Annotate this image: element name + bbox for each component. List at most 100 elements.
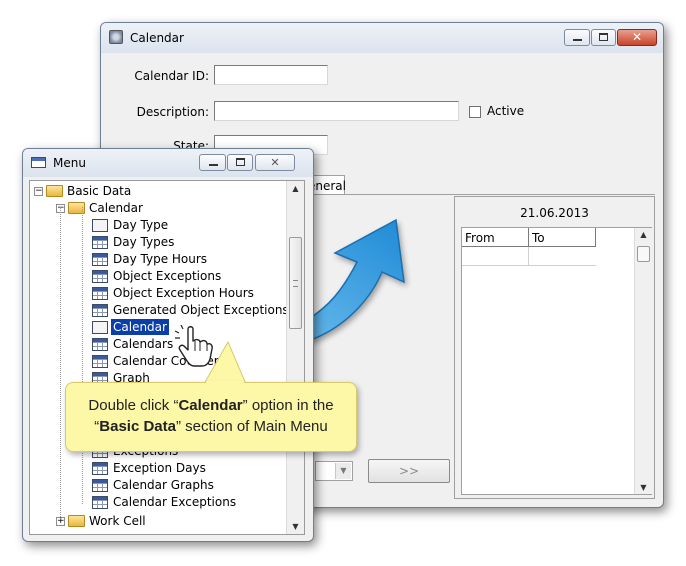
scroll-down-icon[interactable]: ▼ (287, 522, 304, 531)
tree-label: Day Type Hours (113, 252, 208, 266)
callout-pointer-join (206, 381, 244, 384)
calendar-titlebar: Calendar ✕ (101, 23, 663, 53)
tree-item-object-exception-hours[interactable]: Object Exception Hours (30, 285, 280, 302)
hours-grid: From To ▲ ▼ (461, 227, 652, 495)
chevron-down-icon: ▼ (335, 463, 351, 479)
tree-item-day-type[interactable]: Day Type (30, 217, 280, 234)
calendar-id-input[interactable] (214, 65, 328, 85)
tree-connector (60, 207, 61, 519)
tree-label: Day Type (113, 218, 169, 232)
table-icon (92, 372, 108, 382)
date-panel: 21.06.2013 From To ▲ ▼ (454, 196, 655, 499)
table-icon (92, 479, 108, 492)
list-icon (92, 219, 108, 232)
folder-icon (68, 515, 85, 527)
tree-label: Calendar (89, 201, 143, 215)
close-button[interactable]: ✕ (617, 29, 657, 46)
maximize-button[interactable] (591, 29, 616, 46)
table-icon (92, 338, 108, 351)
callout-line-2: “Basic Data” section of Main Menu (66, 416, 356, 437)
menu-titlebar: Menu ✕ (23, 149, 313, 177)
tree-node-work-cell[interactable]: + Work Cell (30, 513, 280, 530)
scroll-thumb[interactable] (637, 246, 650, 262)
table-icon (92, 496, 108, 509)
callout-text: Double click “ (88, 397, 179, 414)
tree-item-calendar-graphs[interactable]: Calendar Graphs (30, 477, 280, 494)
active-label: Active (487, 104, 525, 118)
column-header-to-label: To (532, 231, 545, 245)
tree-label: Calendar (111, 319, 169, 335)
close-icon: ✕ (631, 30, 643, 44)
table-icon (92, 236, 108, 249)
menu-window: Menu ✕ − Basic Data − Calendar Day Type (22, 148, 314, 542)
tree-label: Work Cell (89, 514, 146, 528)
table-icon (92, 287, 108, 300)
column-header-from[interactable]: From (462, 228, 529, 247)
column-header-from-label: From (465, 231, 495, 245)
tree-node-basic-data[interactable]: − Basic Data (30, 183, 280, 200)
grid-scrollbar[interactable]: ▲ ▼ (634, 228, 652, 494)
tree-label: Exception Days (113, 461, 206, 475)
menu-close-button[interactable]: ✕ (255, 154, 295, 171)
tree-item-calendar-selected[interactable]: Calendar (30, 319, 280, 336)
close-icon: ✕ (270, 156, 280, 169)
menu-scrollbar[interactable]: ▲ ▼ (286, 181, 304, 534)
tree-item-day-types[interactable]: Day Types (30, 234, 280, 251)
maximize-icon (236, 158, 245, 166)
callout-emphasis: Calendar (178, 397, 243, 414)
calendar-app-icon (109, 30, 123, 44)
menu-maximize-button[interactable] (227, 154, 253, 171)
grid-row[interactable] (462, 247, 596, 266)
table-icon (92, 462, 108, 475)
tree-label: Generated Object Exceptions (113, 303, 289, 317)
select-dropdown[interactable]: ▼ (315, 461, 353, 481)
callout-text: ” option in the (242, 397, 334, 414)
tree-item-calendar-exceptions[interactable]: Calendar Exceptions (30, 494, 280, 511)
callout-emphasis: Basic Data (99, 418, 176, 435)
menu-app-icon (31, 157, 46, 168)
minimize-button[interactable] (564, 29, 590, 46)
instruction-callout: Double click “Calendar” option in the “B… (65, 382, 357, 452)
tree-connector (82, 207, 83, 504)
date-header: 21.06.2013 (520, 206, 589, 220)
next-button[interactable]: >> (368, 459, 450, 483)
minimize-icon (209, 164, 218, 166)
callout-text: ” section of Main Menu (175, 418, 328, 435)
tree-node-calendar-folder[interactable]: − Calendar (30, 200, 280, 217)
scroll-thumb[interactable] (289, 237, 302, 329)
column-header-to[interactable]: To (529, 228, 596, 247)
grip-icon (293, 280, 298, 287)
maximize-icon (599, 33, 608, 41)
list-icon (92, 321, 108, 334)
tree-label: Day Types (113, 235, 175, 249)
table-icon (92, 355, 108, 368)
menu-window-title: Menu (53, 156, 86, 170)
grid-cell-divider (528, 247, 529, 265)
tree-label: Calendar Graphs (113, 478, 214, 492)
tree-label: Object Exceptions (113, 269, 222, 283)
tree-label: Graph (113, 371, 150, 382)
description-input[interactable] (214, 101, 459, 121)
tree-item-object-exceptions[interactable]: Object Exceptions (30, 268, 280, 285)
active-checkbox[interactable] (469, 106, 481, 118)
tree-item-exception-days[interactable]: Exception Days (30, 460, 280, 477)
scroll-down-icon[interactable]: ▼ (635, 483, 652, 492)
tree-label: Object Exception Hours (113, 286, 254, 300)
table-icon (92, 270, 108, 283)
minimize-icon (573, 39, 582, 41)
tree-label: Basic Data (67, 184, 132, 198)
tree-label: Calendar Exceptions (113, 495, 237, 509)
tree-item-day-type-hours[interactable]: Day Type Hours (30, 251, 280, 268)
collapse-icon[interactable]: − (34, 187, 43, 196)
tree-label: Calendars (113, 337, 174, 351)
calendar-id-label: Calendar ID: (134, 69, 209, 83)
scroll-up-icon[interactable]: ▲ (287, 184, 304, 193)
menu-minimize-button[interactable] (199, 154, 226, 171)
scroll-up-icon[interactable]: ▲ (635, 230, 652, 239)
tree-item-generated-object-exceptions[interactable]: Generated Object Exceptions (30, 302, 289, 319)
table-icon (92, 304, 108, 317)
callout-line-1: Double click “Calendar” option in the (66, 395, 356, 416)
description-label: Description: (136, 105, 209, 119)
folder-open-icon (46, 185, 63, 197)
calendar-window-title: Calendar (130, 31, 184, 45)
